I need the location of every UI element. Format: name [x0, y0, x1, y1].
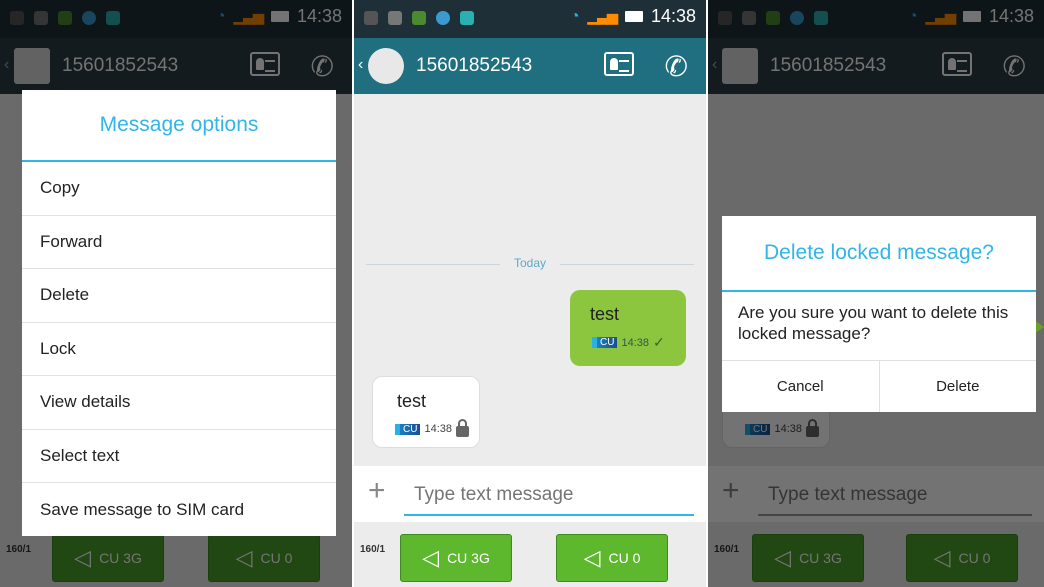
wifi-icon: ◔: [569, 7, 580, 25]
send-icon: ◁: [583, 545, 601, 570]
message-time: 14:38: [424, 423, 452, 435]
carrier-badge: CU: [395, 423, 421, 435]
carrier-badge: CU: [592, 337, 618, 348]
notification-icon: [364, 11, 378, 25]
dialog-title: Delete locked message?: [722, 216, 1036, 292]
signal-icon: ▁▃▅: [587, 8, 618, 24]
send-sim2-button[interactable]: ◁ CU 0: [556, 534, 668, 582]
message-text: test: [590, 304, 620, 324]
notification-icon: [388, 11, 402, 25]
phone-icon[interactable]: ✆: [665, 50, 688, 83]
contact-card-icon[interactable]: [604, 52, 634, 76]
message-input[interactable]: [404, 476, 694, 516]
battery-icon: [624, 11, 643, 22]
contact-number: 15601852543: [416, 55, 533, 76]
avatar[interactable]: [368, 48, 404, 84]
date-separator: Today: [499, 256, 561, 270]
message-meta: CU 14:38 ✓: [592, 334, 665, 351]
send-sim1-label: CU 3G: [447, 550, 490, 566]
status-bar: ◔ ▁▃▅ 14:38: [354, 0, 706, 38]
menu-item-select-text[interactable]: Select text: [22, 430, 336, 483]
menu-item-copy[interactable]: Copy: [22, 162, 336, 216]
screen-conversation: ◔ ▁▃▅ 14:38 ‹ 15601852543 ✆ Today test C…: [354, 0, 706, 587]
outgoing-message[interactable]: test CU 14:38 ✓: [570, 290, 686, 366]
send-sim2-label: CU 0: [608, 550, 641, 566]
notification-icon: [460, 11, 474, 25]
lock-icon: [455, 419, 469, 437]
send-sim1-button[interactable]: ◁ CU 3G: [400, 534, 512, 582]
menu-item-lock[interactable]: Lock: [22, 323, 336, 376]
delete-button[interactable]: Delete: [878, 361, 1037, 412]
char-counter: 160/1: [360, 544, 386, 555]
menu-item-view-details[interactable]: View details: [22, 376, 336, 430]
dialog-title: Message options: [22, 90, 336, 162]
composer: +: [354, 466, 706, 522]
incoming-message[interactable]: test CU 14:38: [372, 376, 480, 448]
delivered-check-icon: ✓: [652, 334, 665, 350]
title-bar: ‹ 15601852543 ✆: [354, 38, 706, 94]
message-time: 14:38: [621, 336, 649, 349]
cancel-button[interactable]: Cancel: [722, 361, 879, 412]
menu-item-forward[interactable]: Forward: [22, 216, 336, 269]
notification-icon: [412, 11, 426, 25]
screen-delete-locked: ◔ ▁▃▅ 14:38 ‹ 15601852543 ✆ CU 14:38 + 1…: [708, 0, 1044, 587]
notification-icon: [436, 11, 450, 25]
attach-plus-icon[interactable]: +: [368, 474, 386, 508]
send-bar: 160/1 ◁ CU 3G ◁ CU 0: [354, 522, 706, 587]
dialog-buttons: Cancel Delete: [722, 360, 1036, 412]
menu-item-save-to-sim[interactable]: Save message to SIM card: [22, 483, 336, 537]
send-icon: ◁: [422, 545, 440, 570]
back-icon[interactable]: ‹: [358, 56, 363, 74]
message-text: test: [397, 391, 427, 411]
message-options-dialog: Message options Copy Forward Delete Lock…: [22, 90, 336, 536]
screen-message-options: ◔ ▁▃▅ 14:38 ‹ 15601852543 ✆ 160/1 ◁ CU 3…: [0, 0, 352, 587]
menu-item-delete[interactable]: Delete: [22, 269, 336, 323]
delete-locked-dialog: Delete locked message? Are you sure you …: [722, 216, 1036, 412]
dialog-message: Are you sure you want to delete this loc…: [738, 303, 1009, 343]
status-time: 14:38: [650, 6, 696, 26]
message-meta: CU 14:38: [395, 419, 469, 437]
